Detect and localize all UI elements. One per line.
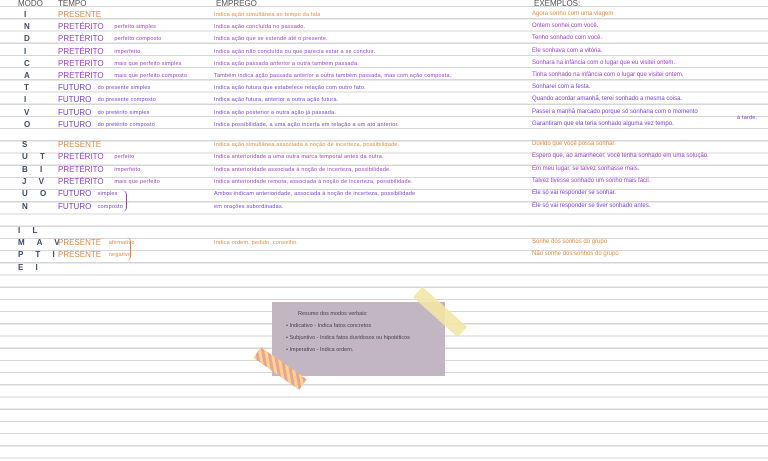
- tense-name: FUTURO: [58, 201, 92, 211]
- tense-name: FUTURO: [58, 95, 92, 105]
- summary-note: Resumo dos modos verbais: • Indicativo -…: [272, 302, 445, 376]
- example-text: Não sonhe dos sonhos do grupo: [532, 251, 619, 258]
- mode-letter: V: [24, 107, 35, 117]
- tense-name: PRESENTE: [58, 10, 102, 19]
- usage-text: Indica ordem, pedido, conselho.: [214, 240, 299, 247]
- tense-subtype: composto: [97, 203, 124, 210]
- example-text: Sonharei com a festa.: [532, 84, 591, 91]
- imperative-brace: [126, 237, 131, 261]
- usage-text: Indica anterioridade remota, associada à…: [214, 178, 413, 185]
- note-item: • Subjuntivo - Indica fatos duvidosos ou…: [286, 335, 410, 341]
- tense-subtype: do presente composto: [97, 97, 157, 104]
- example-text: Ele sonhava com a vitória.: [532, 47, 603, 54]
- example-text-extra: à tarde.: [737, 114, 758, 121]
- future-brace: [122, 190, 127, 212]
- example-text: Sonhara na infância com o lugar que eu v…: [532, 59, 676, 66]
- note-item: • Imperativo - Indica ordem.: [286, 347, 354, 353]
- tense-name: PRETÉRITO: [58, 152, 104, 162]
- mode-letter: U T: [22, 152, 50, 162]
- mode-letter: A: [24, 71, 35, 80]
- mode-letter: I: [24, 95, 32, 105]
- usage-text: Indica ação simultânea ao tempo da fala: [214, 12, 321, 18]
- mode-letter: I L: [18, 226, 43, 235]
- mode-letter: N: [24, 22, 35, 32]
- usage-text: Ambos indicam anterioridade, associada à…: [214, 191, 416, 198]
- mode-letter: D: [24, 34, 35, 44]
- usage-text: Indica ação que se estende até o present…: [214, 36, 328, 43]
- tense-name: PRETÉRITO: [58, 58, 104, 68]
- usage-text: Indica ação concluída no passado.: [214, 24, 306, 31]
- usage-text: Indica ação não concluída ou que parecia…: [214, 48, 376, 55]
- tense-name: FUTURO: [58, 83, 92, 93]
- tense-name: PRESENTE: [58, 250, 102, 260]
- header-tense: TEMPO: [58, 0, 87, 8]
- mode-letter: E I: [18, 262, 43, 272]
- mode-letter: I: [24, 10, 32, 19]
- tense-name: PRETÉRITO: [58, 71, 104, 80]
- tense-subtype: do pretérito simples: [97, 109, 150, 116]
- tense-subtype: imperfeito: [114, 48, 141, 55]
- header-usage: EMPREGO: [216, 0, 257, 8]
- example-text: Ontem sonhei com você.: [532, 23, 599, 30]
- usage-text: Indica ação posterior a outra ação já pa…: [214, 109, 337, 116]
- tense-name: FUTURO: [58, 189, 92, 199]
- note-title: Resumo dos modos verbais:: [298, 311, 368, 317]
- tense-subtype: perfeito: [114, 154, 135, 161]
- example-text: Garantiram que ela teria sonhado alguma …: [532, 120, 674, 127]
- example-text: Passei a manhã marcado porque só sonhari…: [532, 108, 698, 115]
- mode-letter: O: [24, 119, 36, 129]
- tense-name: PRESENTE: [58, 140, 102, 149]
- tense-name: PRETÉRITO: [58, 22, 104, 32]
- mode-letter: J V: [22, 176, 50, 186]
- tense-subtype: imperfeito: [114, 166, 141, 173]
- example-text: Quando acordar amanhã, terei sonhado a m…: [532, 96, 683, 103]
- example-text: Sonhe dos sonhos do grupo: [532, 239, 608, 246]
- example-text: Ele só vai responder se sonhar.: [532, 190, 617, 197]
- tense-subtype: mais que perfeito simples: [114, 60, 182, 67]
- note-item: • Indicativo - Indica fatos concretos: [286, 323, 372, 329]
- mode-letter: I: [24, 46, 32, 56]
- usage-text: Indica ação futura, anterior a outra açã…: [214, 97, 339, 104]
- tense-name: PRETÉRITO: [58, 34, 104, 44]
- tense-subtype: mais que perfeito composto: [114, 73, 188, 79]
- usage-text: Indica ação passada anterior a outra tam…: [214, 60, 359, 67]
- tense-subtype: do presente simples: [97, 85, 151, 92]
- usage-text: em orações subordinadas.: [214, 203, 284, 210]
- tense-name: FUTURO: [58, 119, 92, 129]
- usage-text: Indica ação simultânea associada à noção…: [214, 142, 400, 148]
- tense-name: FUTURO: [58, 107, 92, 117]
- header-examples: EXEMPLOS:: [534, 0, 581, 8]
- header-mode: MODO: [18, 0, 43, 8]
- tense-subtype: perfeito simples: [114, 24, 157, 31]
- mode-letter: S: [22, 140, 33, 149]
- tense-subtype: mais que perfeito: [114, 178, 160, 185]
- usage-text: Indica anterioridade associada à noção d…: [214, 166, 391, 173]
- mode-letter: B I: [22, 164, 48, 174]
- example-text: Tenho sonhado com você.: [532, 35, 603, 42]
- example-text: Em meu lugar, se talvez sonhasse mais.: [532, 165, 640, 172]
- example-text: Tinha sonhado na infância com o lugar qu…: [532, 72, 684, 78]
- example-text: Agora sonho com uma viagem: [532, 11, 614, 17]
- tense-subtype: simples: [97, 191, 118, 198]
- tense-subtype: perfeito composto: [114, 36, 162, 43]
- usage-text: Indica possibilidade, a uma ação incerta…: [214, 121, 399, 128]
- mode-letter: C: [24, 58, 35, 68]
- example-text: Duvido que você possa sonhar.: [532, 141, 616, 147]
- tense-subtype: do pretérito composto: [97, 121, 155, 128]
- usage-text: Também indica ação passada anterior a ou…: [214, 73, 452, 79]
- mode-letter: T: [24, 83, 34, 93]
- example-text: Espero que, ao amanhecer, você tenha son…: [532, 153, 709, 160]
- mode-letter: U O: [22, 189, 52, 199]
- mode-letter: N: [22, 201, 33, 211]
- tense-name: PRETÉRITO: [58, 176, 104, 186]
- tense-name: PRESENTE: [58, 238, 102, 248]
- example-text: Ele só vai responder se tiver sonhado an…: [532, 202, 651, 209]
- mode-letter: P T I: [18, 250, 60, 260]
- tense-name: PRETÉRITO: [58, 164, 104, 174]
- usage-text: Indica ação futura que estabelece relaçã…: [214, 85, 366, 92]
- tense-name: PRETÉRITO: [58, 46, 104, 56]
- example-text: Talvez tivesse sonhado um sonho mais fác…: [532, 177, 651, 184]
- usage-text: Indica anterioridade a uma outra marca t…: [214, 154, 384, 161]
